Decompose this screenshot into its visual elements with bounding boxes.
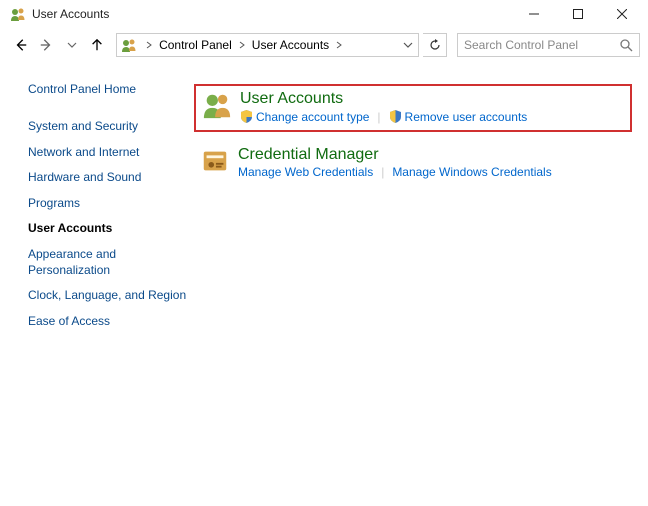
category-title[interactable]: User Accounts bbox=[240, 90, 624, 108]
address-bar[interactable]: Control Panel User Accounts bbox=[116, 33, 419, 57]
link-change-account-type[interactable]: Change account type bbox=[240, 110, 369, 124]
shield-icon bbox=[240, 110, 253, 123]
chevron-right-icon[interactable] bbox=[143, 39, 155, 51]
control-panel-home-link[interactable]: Control Panel Home bbox=[28, 82, 194, 96]
window-title: User Accounts bbox=[32, 7, 109, 21]
window-controls bbox=[512, 0, 644, 28]
address-dropdown-button[interactable] bbox=[400, 35, 416, 55]
up-button[interactable] bbox=[87, 34, 109, 56]
sidebar-item-ease-of-access[interactable]: Ease of Access bbox=[28, 309, 194, 335]
credential-manager-icon bbox=[200, 146, 230, 176]
link-remove-user-accounts[interactable]: Remove user accounts bbox=[389, 110, 528, 124]
category-title[interactable]: Credential Manager bbox=[238, 146, 626, 164]
link-separator: | bbox=[377, 110, 380, 124]
app-icon bbox=[10, 6, 26, 22]
sidebar-item-hardware-sound[interactable]: Hardware and Sound bbox=[28, 165, 194, 191]
sidebar-item-clock-language-region[interactable]: Clock, Language, and Region bbox=[28, 283, 194, 309]
link-manage-web-credentials[interactable]: Manage Web Credentials bbox=[238, 165, 373, 179]
search-box[interactable] bbox=[457, 33, 640, 57]
user-accounts-icon bbox=[202, 90, 232, 120]
breadcrumb-user-accounts[interactable]: User Accounts bbox=[250, 38, 331, 52]
link-label: Change account type bbox=[256, 110, 369, 124]
chevron-right-icon[interactable] bbox=[236, 39, 248, 51]
link-label: Manage Web Credentials bbox=[238, 165, 373, 179]
link-label: Remove user accounts bbox=[405, 110, 528, 124]
link-manage-windows-credentials[interactable]: Manage Windows Credentials bbox=[392, 165, 551, 179]
sidebar-item-network-internet[interactable]: Network and Internet bbox=[28, 140, 194, 166]
sidebar: Control Panel Home System and Security N… bbox=[16, 82, 194, 334]
link-label: Manage Windows Credentials bbox=[392, 165, 551, 179]
main-content: User Accounts Change account type | Remo… bbox=[194, 82, 632, 334]
content-area: Control Panel Home System and Security N… bbox=[0, 62, 648, 334]
category-user-accounts: User Accounts Change account type | Remo… bbox=[194, 84, 632, 132]
category-credential-manager: Credential Manager Manage Web Credential… bbox=[194, 142, 632, 186]
search-icon[interactable] bbox=[619, 38, 633, 52]
sidebar-item-programs[interactable]: Programs bbox=[28, 191, 194, 217]
maximize-button[interactable] bbox=[556, 0, 600, 28]
close-button[interactable] bbox=[600, 0, 644, 28]
sidebar-item-appearance-personalization[interactable]: Appearance and Personalization bbox=[28, 242, 194, 283]
forward-button[interactable] bbox=[36, 34, 58, 56]
recent-locations-button[interactable] bbox=[61, 34, 83, 56]
link-separator: | bbox=[381, 165, 384, 179]
sidebar-item-user-accounts[interactable]: User Accounts bbox=[28, 216, 194, 242]
breadcrumb-control-panel[interactable]: Control Panel bbox=[157, 38, 234, 52]
chevron-right-icon[interactable] bbox=[333, 39, 345, 51]
refresh-button[interactable] bbox=[423, 33, 447, 57]
sidebar-item-system-security[interactable]: System and Security bbox=[28, 114, 194, 140]
minimize-button[interactable] bbox=[512, 0, 556, 28]
address-icon bbox=[121, 37, 137, 53]
nav-bar: Control Panel User Accounts bbox=[0, 28, 648, 62]
search-input[interactable] bbox=[464, 38, 619, 52]
back-button[interactable] bbox=[10, 34, 32, 56]
title-bar: User Accounts bbox=[0, 0, 648, 28]
shield-icon bbox=[389, 110, 402, 123]
